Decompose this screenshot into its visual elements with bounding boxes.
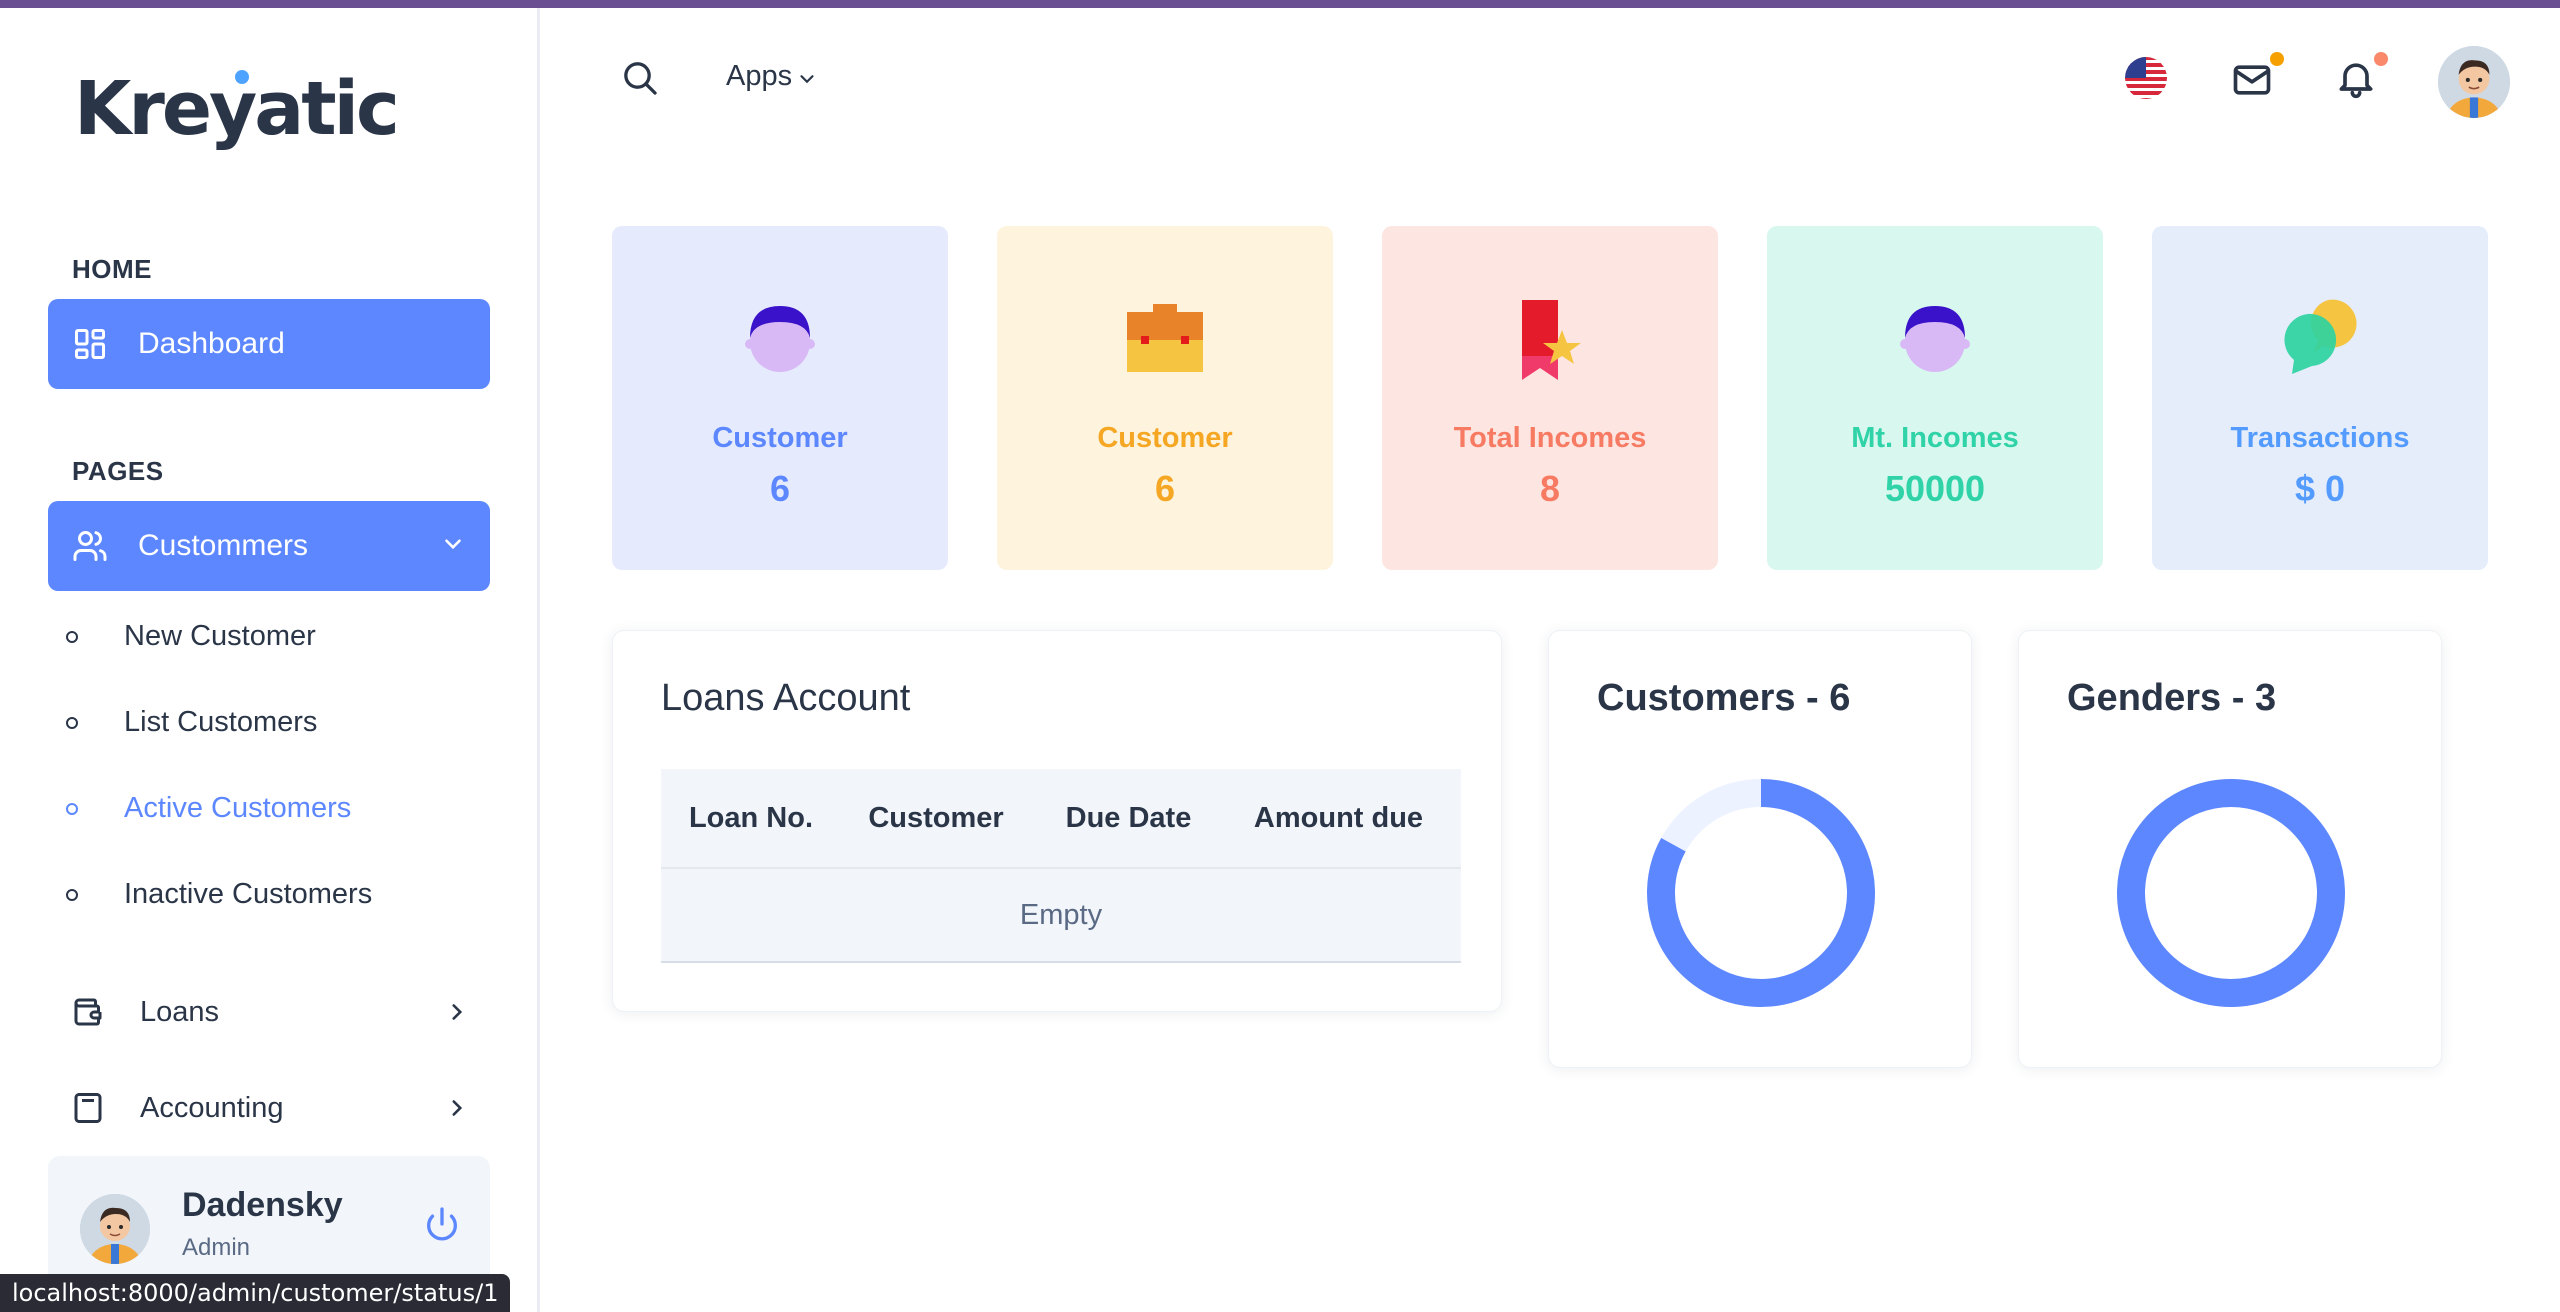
empty-state-text: Empty bbox=[1019, 898, 1103, 931]
avatar[interactable] bbox=[80, 1194, 150, 1264]
stat-title: Transactions bbox=[2230, 422, 2410, 454]
search-icon[interactable] bbox=[620, 58, 660, 98]
sidebar-item-customers[interactable]: Custommers bbox=[48, 501, 490, 591]
bullet-icon bbox=[66, 802, 78, 815]
stat-value: 6 bbox=[1154, 468, 1176, 509]
window-top-stripe bbox=[0, 0, 2560, 8]
dashboard-icon bbox=[75, 329, 105, 359]
donut-slice-0[interactable] bbox=[2117, 779, 2345, 1007]
sidebar-subitem-inactive-customers[interactable]: Inactive Customers bbox=[66, 878, 372, 911]
apps-dropdown[interactable]: Apps bbox=[726, 60, 818, 93]
panel-title: Customers - 6 bbox=[1597, 677, 1851, 719]
power-icon[interactable] bbox=[422, 1204, 462, 1244]
stat-value: $ 0 bbox=[2294, 468, 2346, 509]
sidebar-item-label: Loans bbox=[140, 995, 220, 1028]
avatar[interactable] bbox=[2438, 46, 2510, 118]
chevron-right-icon bbox=[452, 1004, 463, 1020]
stat-title: Mt. Incomes bbox=[1851, 422, 2019, 454]
award-icon bbox=[1522, 300, 1581, 380]
briefcase-icon bbox=[1127, 304, 1203, 372]
bell-icon[interactable] bbox=[2334, 56, 2378, 100]
user-name: Dadensky bbox=[182, 1186, 343, 1224]
bullet-icon bbox=[66, 716, 78, 729]
section-label-pages: PAGES bbox=[72, 456, 164, 486]
stat-card-customer-2: Customer 6 bbox=[997, 226, 1333, 570]
customers-donut-chart[interactable] bbox=[1641, 773, 1881, 1013]
chat-bubbles-icon bbox=[2284, 299, 2357, 374]
stat-title: Total Incomes bbox=[1453, 422, 1647, 454]
sidebar-subitem-list-customers[interactable]: List Customers bbox=[66, 706, 317, 739]
stat-title: Customer bbox=[1097, 422, 1233, 454]
mail-notification-dot bbox=[2270, 52, 2284, 66]
wallet-icon bbox=[74, 998, 102, 1026]
sidebar: Krey atic HOME Dashboard PAGES Custommers… bbox=[0, 8, 540, 1312]
person-icon bbox=[745, 306, 815, 372]
sidebar-item-label: Dashboard bbox=[138, 327, 285, 360]
panel-title: Loans Account bbox=[661, 677, 911, 719]
sidebar-item-dashboard[interactable]: Dashboard bbox=[48, 299, 490, 389]
column-header[interactable]: Customer bbox=[841, 802, 1031, 835]
stat-value: 6 bbox=[769, 468, 791, 509]
sidebar-item-label: Custommers bbox=[138, 529, 309, 562]
stat-card-total-incomes: Total Incomes 8 bbox=[1382, 226, 1718, 570]
bullet-icon bbox=[66, 630, 78, 643]
panel-title: Genders - 3 bbox=[2067, 677, 2277, 719]
chevron-down-icon bbox=[445, 539, 461, 550]
user-role: Admin bbox=[182, 1234, 251, 1261]
stat-value: 8 bbox=[1539, 468, 1561, 509]
stat-card-mt-incomes: Mt. Incomes 50000 bbox=[1767, 226, 2103, 570]
users-icon bbox=[73, 531, 107, 561]
sidebar-item-label: Accounting bbox=[140, 1091, 284, 1124]
loans-table: Loan No. Customer Due Date Amount due Em… bbox=[661, 769, 1461, 963]
mail-icon[interactable] bbox=[2230, 58, 2274, 102]
bell-notification-dot bbox=[2374, 52, 2388, 66]
column-header[interactable]: Loan No. bbox=[661, 802, 841, 835]
bullet-icon bbox=[66, 888, 78, 901]
genders-chart-panel: Genders - 3 bbox=[2018, 630, 2442, 1068]
chevron-down-icon bbox=[800, 74, 814, 83]
column-header[interactable]: Amount due bbox=[1226, 802, 1451, 835]
stat-value: 50000 bbox=[1884, 468, 1986, 509]
genders-donut-chart[interactable] bbox=[2111, 773, 2351, 1013]
browser-status-bar: localhost:8000/admin/customer/status/1 bbox=[0, 1274, 511, 1312]
column-header[interactable]: Due Date bbox=[1031, 802, 1226, 835]
stat-title: Customer bbox=[712, 422, 848, 454]
loans-account-panel: Loans Account Loan No. Customer Due Date… bbox=[612, 630, 1502, 1012]
calculator-icon bbox=[74, 1093, 102, 1123]
stat-card-transactions: Transactions $ 0 bbox=[2152, 226, 2488, 570]
sidebar-subitem-active-customers[interactable]: Active Customers bbox=[66, 792, 351, 825]
table-row: Empty bbox=[661, 869, 1461, 963]
section-label-home: HOME bbox=[72, 254, 152, 284]
sidebar-subitem-new-customer[interactable]: New Customer bbox=[66, 620, 316, 653]
brand-logo[interactable]: Krey atic bbox=[74, 66, 400, 152]
table-header: Loan No. Customer Due Date Amount due bbox=[661, 769, 1461, 869]
customers-chart-panel: Customers - 6 bbox=[1548, 630, 1972, 1068]
sidebar-item-loans[interactable]: Loans bbox=[70, 994, 470, 1030]
sidebar-item-accounting[interactable]: Accounting bbox=[70, 1088, 470, 1128]
chevron-right-icon bbox=[452, 1100, 463, 1116]
person-icon bbox=[1900, 306, 1970, 372]
flag-us-icon[interactable] bbox=[2124, 56, 2168, 100]
stat-card-customer: Customer 6 bbox=[612, 226, 948, 570]
